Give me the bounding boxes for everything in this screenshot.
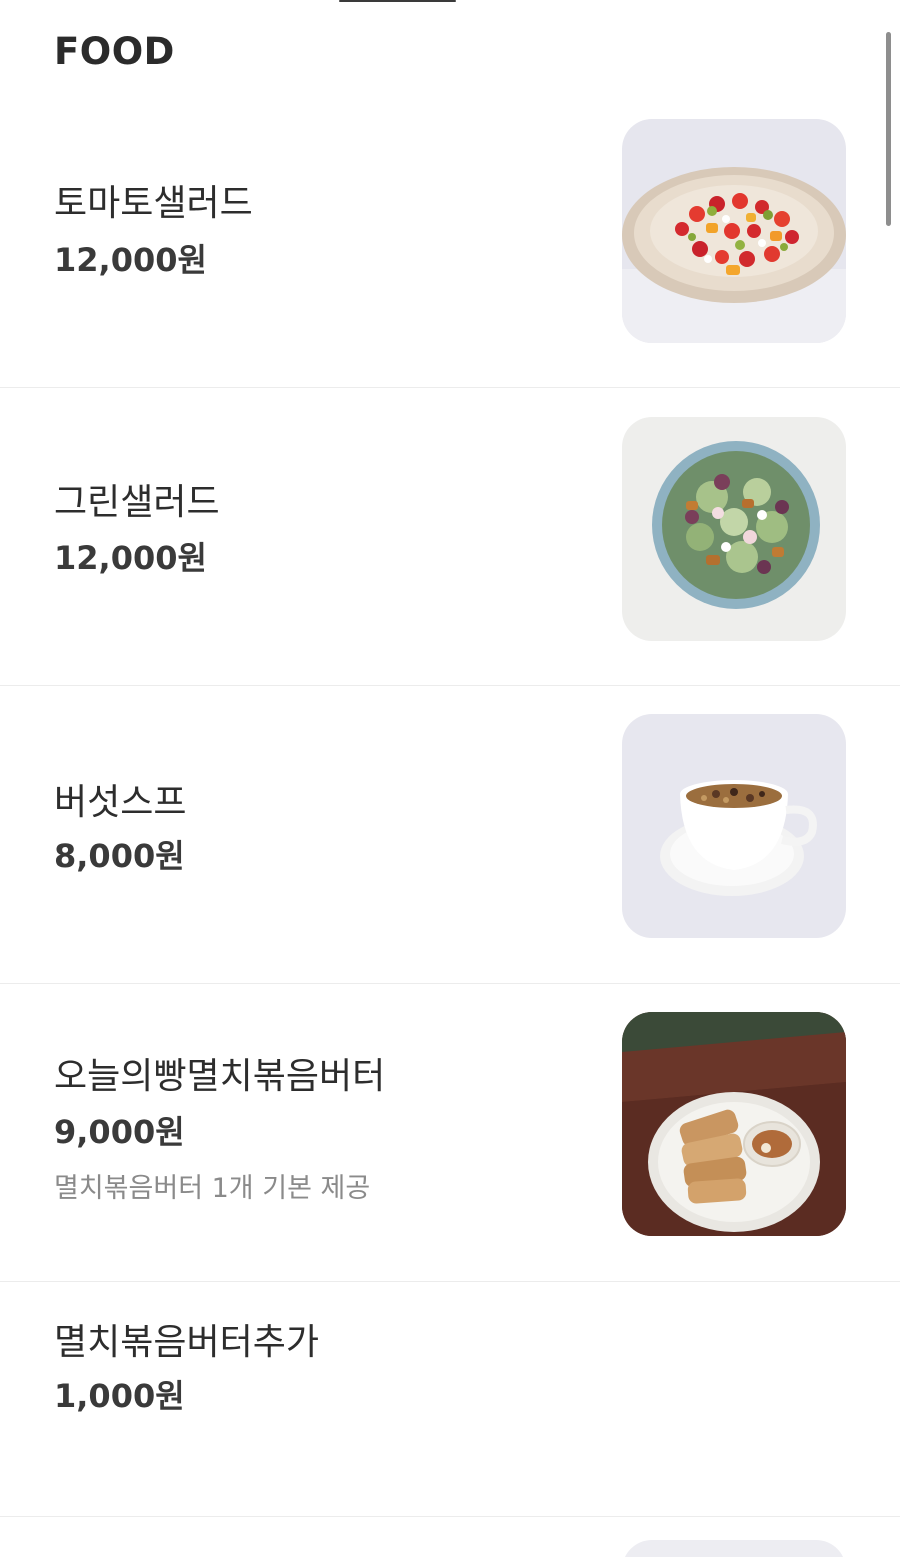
menu-item-mushroom-soup[interactable]: 버섯스프 8,000원 xyxy=(0,685,900,984)
item-price: 8,000원 xyxy=(54,837,185,875)
item-name: 버섯스프 xyxy=(54,782,187,823)
item-name: 토마토샐러드 xyxy=(54,183,253,224)
item-name: 그린샐러드 xyxy=(54,482,220,523)
next-item-photo-peek xyxy=(622,1540,846,1557)
section-title: FOOD xyxy=(54,30,175,73)
menu-screen: FOOD 토마토샐러드 12,000원 그린샐러드 12,000원 버섯스프 8… xyxy=(0,0,900,1557)
mushroom-soup-photo xyxy=(622,714,846,938)
menu-item-green-salad[interactable]: 그린샐러드 12,000원 xyxy=(0,387,900,686)
item-name: 멸치볶음버터추가 xyxy=(54,1322,319,1363)
item-name: 오늘의빵멸치볶음버터 xyxy=(54,1056,386,1097)
bread-anchovy-butter-photo xyxy=(622,1012,846,1236)
menu-item-bread-anchovy-butter[interactable]: 오늘의빵멸치볶음버터 9,000원 멸치볶음버터 1개 기본 제공 xyxy=(0,983,900,1282)
item-price: 9,000원 xyxy=(54,1113,185,1151)
menu-item-tomato-salad[interactable]: 토마토샐러드 12,000원 xyxy=(0,90,900,388)
item-price: 12,000원 xyxy=(54,241,207,279)
item-price: 12,000원 xyxy=(54,539,207,577)
green-salad-photo xyxy=(622,417,846,641)
menu-item-extra-anchovy-butter[interactable]: 멸치볶음버터추가 1,000원 xyxy=(0,1281,900,1517)
drag-handle[interactable] xyxy=(339,0,456,2)
item-description: 멸치볶음버터 1개 기본 제공 xyxy=(54,1173,371,1204)
item-price: 1,000원 xyxy=(54,1377,185,1415)
tomato-salad-photo xyxy=(622,119,846,343)
